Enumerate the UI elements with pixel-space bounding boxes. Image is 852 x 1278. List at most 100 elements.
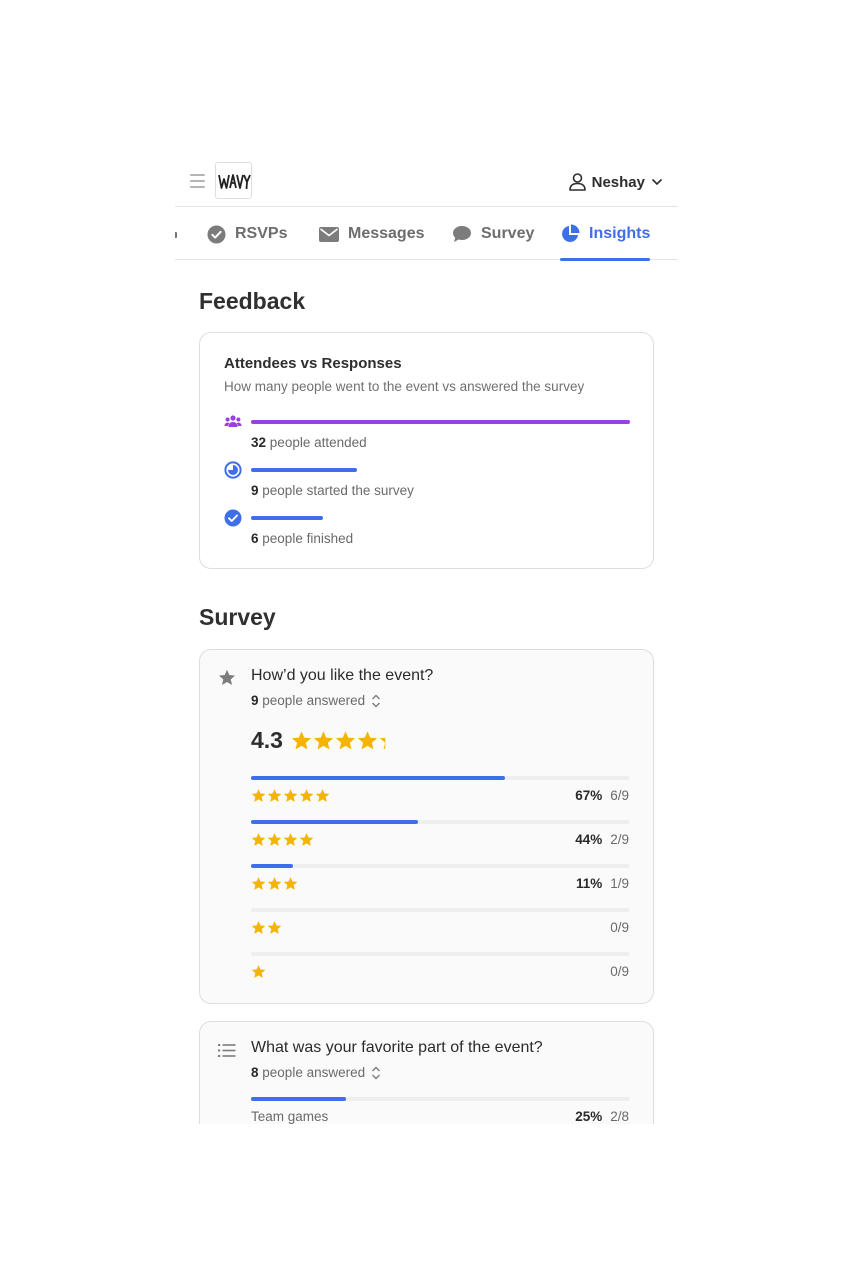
answered-toggle[interactable]: 8 people answered (251, 1065, 381, 1080)
started-label: 9 people started the survey (251, 483, 414, 498)
average-stars (291, 730, 400, 751)
user-name: Neshay (591, 173, 645, 191)
star-icon (251, 832, 266, 846)
attended-text: people attended (269, 435, 367, 450)
tab-insights[interactable]: Insights (560, 208, 651, 261)
question-title: What was your favorite part of the event… (251, 1039, 543, 1056)
attended-label: 32 people attended (251, 435, 367, 450)
rating-fill (251, 776, 505, 780)
option-result: 25% 2/8 (575, 1109, 629, 1124)
progress-circle-icon (224, 461, 242, 479)
option-label: Team games (251, 1109, 329, 1124)
answered-text: people answered (262, 1065, 366, 1080)
rating-ratio: 2/9 (610, 832, 629, 847)
check-badge-icon (224, 509, 242, 527)
sort-toggle-icon (372, 1066, 381, 1079)
rating-track (251, 776, 630, 780)
tab-survey[interactable]: Survey (452, 208, 534, 260)
attended-bar (251, 420, 630, 424)
answered-text: people answered (262, 693, 366, 708)
answered-count: 8 (251, 1065, 259, 1080)
answered-count: 9 (251, 693, 259, 708)
rating-ratio: 1/9 (610, 876, 629, 891)
star-icon (283, 788, 298, 802)
star-icon (251, 964, 266, 978)
envelope-icon (319, 226, 339, 242)
average-value: 4.3 (251, 727, 283, 753)
tab-label: RSVPs (235, 225, 288, 242)
feedback-heading: Feedback (199, 288, 306, 314)
star-icon (313, 731, 334, 750)
finished-label: 6 people finished (251, 531, 353, 546)
finished-count: 6 (251, 531, 259, 546)
finished-text: people finished (262, 531, 354, 546)
rating-row-result: 44% 2/9 (575, 832, 629, 847)
star-icon (299, 788, 314, 802)
rating-percent: 67% (575, 788, 603, 803)
average-rating: 4.3 (251, 727, 400, 754)
star-icon (251, 876, 266, 890)
rating-row-stars (251, 876, 298, 891)
tab-label: Insights (589, 225, 651, 242)
rating-track (251, 952, 630, 956)
star-icon (283, 876, 298, 890)
rating-track (251, 864, 630, 868)
tab-rsvps[interactable]: RSVPs (207, 208, 287, 260)
attendees-card-subtitle: How many people went to the event vs ans… (224, 379, 585, 394)
rating-row-result: 0/9 (602, 920, 629, 935)
rating-track (251, 820, 630, 824)
rating-row-result: 11% 1/9 (576, 876, 629, 891)
question-card-favorite: What was your favorite part of the event… (199, 1021, 654, 1124)
rating-fill (251, 820, 418, 824)
people-icon (224, 415, 242, 427)
wavy-logo[interactable] (215, 162, 252, 199)
rating-percent: 44% (575, 832, 603, 847)
tab-label: Survey (481, 225, 535, 242)
option-track (251, 1097, 630, 1101)
star-icon (315, 788, 330, 802)
star-icon (291, 731, 312, 750)
rating-row-stars (251, 964, 266, 979)
rating-ratio: 0/9 (610, 964, 629, 979)
star-icon (267, 788, 282, 802)
sort-toggle-icon (372, 694, 381, 707)
tab-overflow-indicator (175, 232, 177, 238)
rating-row-result: 0/9 (602, 964, 629, 979)
started-count: 9 (251, 483, 259, 498)
attended-count: 32 (251, 435, 267, 450)
star-icon (251, 788, 266, 802)
rating-row-stars (251, 788, 330, 803)
question-title: How’d you like the event? (251, 667, 434, 684)
pie-chart-icon (562, 224, 580, 242)
attendees-card-title: Attendees vs Responses (224, 355, 402, 372)
rating-percent: 11% (575, 876, 603, 891)
star-icon (267, 876, 282, 890)
answered-toggle[interactable]: 9 people answered (251, 693, 381, 708)
attendees-card: Attendees vs Responses How many people w… (199, 332, 654, 569)
started-bar (251, 468, 358, 472)
survey-heading: Survey (199, 604, 276, 630)
rating-row-stars (251, 920, 282, 935)
tab-bar: RSVPs Messages Survey Insights (175, 208, 678, 261)
rating-ratio: 6/9 (610, 788, 629, 803)
rating-track (251, 908, 630, 912)
list-icon (218, 1044, 236, 1057)
star-icon (267, 920, 282, 934)
user-menu[interactable]: Neshay (568, 171, 663, 193)
option-ratio: 2/8 (610, 1109, 629, 1124)
finished-bar (251, 516, 323, 520)
rating-row-result: 67% 6/9 (575, 788, 629, 803)
tab-messages[interactable]: Messages (319, 208, 425, 260)
star-icon (379, 737, 386, 750)
chevron-down-icon (651, 178, 663, 186)
star-icon (299, 832, 314, 846)
option-percent: 25% (575, 1109, 603, 1124)
wavy-logo-mark (218, 174, 251, 190)
rating-fill (251, 864, 293, 868)
top-bar: Neshay (175, 160, 678, 207)
menu-icon[interactable] (190, 174, 205, 188)
star-icon (335, 731, 356, 750)
star-outline-icon (218, 669, 236, 686)
star-icon (357, 731, 378, 750)
question-card-rating: How’d you like the event? 9 people answe… (199, 649, 654, 1004)
